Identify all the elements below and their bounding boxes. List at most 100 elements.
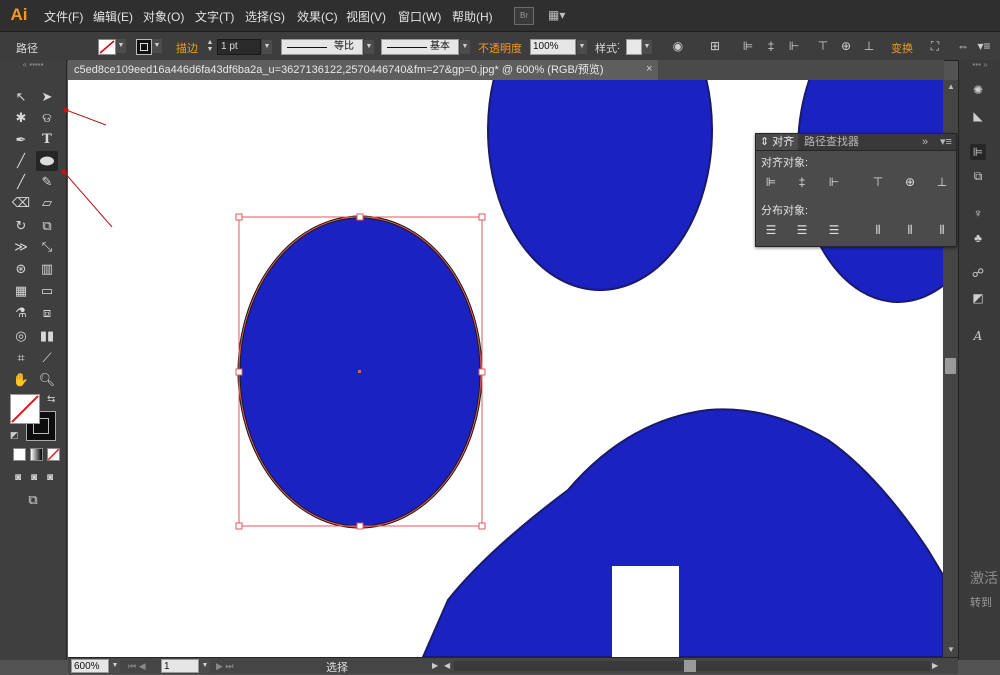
panel-collapse-icon[interactable]: » (918, 134, 932, 150)
gradient-mode-icon[interactable] (30, 448, 43, 461)
graphic-style-swatch[interactable] (626, 39, 642, 55)
graphic-styles-icon[interactable]: ☍ (970, 265, 986, 281)
fill-color-box[interactable] (10, 394, 40, 424)
width-tool-icon[interactable]: ≫ (10, 237, 32, 257)
align-horizontal-center-icon[interactable]: ‡ (794, 174, 810, 190)
isolate-object-icon[interactable]: ⛶ (927, 38, 943, 54)
vertical-scroll-thumb[interactable] (945, 358, 956, 374)
distribute-left-icon[interactable]: ⫴ (870, 222, 886, 238)
blue-mountain-shape[interactable] (421, 408, 943, 657)
brush-definition-select[interactable]: 基本 (381, 39, 459, 55)
shape-builder-tool-icon[interactable]: ⊛ (10, 259, 32, 279)
opacity-field[interactable]: 100% (530, 39, 576, 55)
align-top-edge-icon[interactable]: ⊤ (870, 174, 886, 190)
distribute-bottom-icon[interactable]: ☰ (826, 222, 842, 238)
mesh-tool-icon[interactable]: ▦ (10, 281, 32, 301)
stroke-swatch[interactable] (136, 39, 152, 55)
character-panel-icon[interactable]: A (970, 328, 986, 344)
recolor-artwork-icon[interactable]: ◉ (670, 38, 686, 54)
vertical-align-top-icon[interactable]: ⊤ (815, 38, 831, 54)
eyedropper-tool-icon[interactable]: ⚗ (10, 303, 32, 323)
distribute-top-icon[interactable]: ☰ (763, 222, 779, 238)
opacity-dropdown-icon[interactable]: ▼ (577, 40, 587, 54)
horizontal-align-center-icon[interactable]: ‡ (763, 38, 779, 54)
color-guide-icon[interactable]: ◣ (970, 108, 986, 124)
status-menu-arrow-icon[interactable]: ▶ (432, 661, 440, 671)
stroke-weight-dropdown-icon[interactable]: ▼ (262, 40, 272, 54)
stroke-label[interactable]: 描边 (176, 40, 198, 56)
align-bottom-edge-icon[interactable]: ⊥ (934, 174, 950, 190)
none-mode-icon[interactable] (47, 448, 60, 461)
menu-help[interactable]: 帮助(H) (452, 8, 493, 25)
fill-dropdown-icon[interactable]: ▼ (116, 39, 126, 53)
transform-label[interactable]: 变换 (891, 40, 913, 56)
pathfinder-panel-icon[interactable]: ⧉ (970, 168, 986, 184)
stroke-dropdown-icon[interactable]: ▼ (152, 39, 162, 53)
scale-tool-icon[interactable]: ⧉ (36, 216, 58, 236)
distribute-horizontal-center-icon[interactable]: ⫴ (902, 222, 918, 238)
perspective-grid-tool-icon[interactable]: ▥ (36, 259, 58, 279)
screen-mode-icon[interactable]: ⧉ (22, 490, 44, 510)
style-dropdown-icon[interactable]: ▼ (642, 40, 652, 54)
color-mode-icon[interactable] (13, 448, 26, 461)
vertical-align-center-icon[interactable]: ⊕ (838, 38, 854, 54)
horizontal-align-left-icon[interactable]: ⊫ (740, 38, 756, 54)
scroll-down-icon[interactable]: ▼ (946, 645, 956, 655)
panel-menu-icon[interactable]: ▾≡ (936, 134, 956, 150)
first-artboard-icon[interactable]: ⏮ ◀ (128, 659, 158, 673)
align-vertical-center-icon[interactable]: ⊕ (902, 174, 918, 190)
blob-brush-tool-icon[interactable]: ⌫ (10, 193, 32, 213)
draw-inside-icon[interactable]: ◙ (42, 468, 58, 488)
pencil-tool-icon[interactable]: ✎ (36, 172, 58, 192)
menu-file[interactable]: 文件(F) (44, 8, 83, 25)
bridge-button[interactable]: Br (514, 7, 534, 25)
artboard-number-field[interactable]: 1 (161, 659, 199, 673)
artboard-tool-icon[interactable]: ⌗ (10, 348, 32, 368)
zoom-dropdown-icon[interactable]: ▼ (110, 659, 120, 673)
brushes-panel-icon[interactable]: ♆ (970, 205, 986, 221)
menu-object[interactable]: 对象(O) (143, 8, 184, 25)
scroll-left-icon[interactable]: ◀ (444, 661, 452, 671)
arrange-documents-icon[interactable]: ▦▾ (548, 7, 576, 23)
menu-type[interactable]: 文字(T) (195, 8, 234, 25)
scroll-right-icon[interactable]: ▶ (932, 661, 940, 671)
align-panel-icon[interactable]: ⊫ (970, 144, 986, 160)
close-tab-icon[interactable]: × (646, 63, 658, 77)
blue-oval-top-middle[interactable] (487, 80, 713, 291)
stroke-stepper-icon[interactable]: ▲ ▼ (205, 39, 215, 53)
lasso-tool-icon[interactable]: ଡ (36, 108, 58, 128)
brush-dropdown-icon[interactable]: ▼ (460, 40, 470, 54)
direct-selection-tool-icon[interactable]: ➤ (36, 87, 58, 107)
tab-align[interactable]: ⇕ 对齐 (756, 134, 799, 150)
dock-collapse-icon[interactable]: ▪▪▪ » (963, 61, 997, 69)
width-profile-select[interactable]: 等比 (281, 39, 363, 55)
menu-select[interactable]: 选择(S) (245, 8, 285, 25)
selection-tool-icon[interactable]: ↖ (10, 87, 32, 107)
blend-tool-icon[interactable]: ⧈ (36, 303, 58, 323)
eraser-tool-icon[interactable]: ▱ (36, 193, 58, 213)
scroll-up-icon[interactable]: ▲ (946, 82, 956, 92)
draw-behind-icon[interactable]: ◙ (26, 468, 42, 488)
zoom-tool-icon[interactable]: 🔍︎ (36, 370, 58, 390)
control-panel-menu-icon[interactable]: ▾≡ (976, 38, 992, 54)
color-panel-icon[interactable]: ✺ (970, 82, 986, 98)
fill-swatch[interactable] (98, 39, 116, 55)
rotate-tool-icon[interactable]: ↻ (10, 216, 32, 236)
free-transform-tool-icon[interactable]: ⤡ (36, 237, 58, 257)
menu-edit[interactable]: 编辑(E) (93, 8, 133, 25)
align-left-edge-icon[interactable]: ⊫ (763, 174, 779, 190)
horizontal-align-right-icon[interactable]: ⊩ (786, 38, 802, 54)
menu-window[interactable]: 窗口(W) (398, 8, 441, 25)
zoom-level-field[interactable]: 600% (71, 659, 109, 673)
pen-tool-icon[interactable]: ✒ (10, 130, 32, 150)
default-fill-stroke-icon[interactable]: ◩ (10, 430, 20, 440)
menu-effect[interactable]: 效果(C) (297, 8, 338, 25)
panel-options-icon[interactable]: ⇔ (955, 38, 971, 54)
stroke-weight-field[interactable]: 1 pt (217, 39, 261, 55)
vertical-align-bottom-icon[interactable]: ⊥ (861, 38, 877, 54)
symbols-panel-icon[interactable]: ♣ (970, 230, 986, 246)
swap-fill-stroke-icon[interactable]: ⇆ (47, 394, 59, 406)
type-tool-icon[interactable]: T (36, 130, 58, 150)
menu-view[interactable]: 视图(V) (346, 8, 386, 25)
align-to-selection-icon[interactable]: ⊞ (707, 38, 723, 54)
